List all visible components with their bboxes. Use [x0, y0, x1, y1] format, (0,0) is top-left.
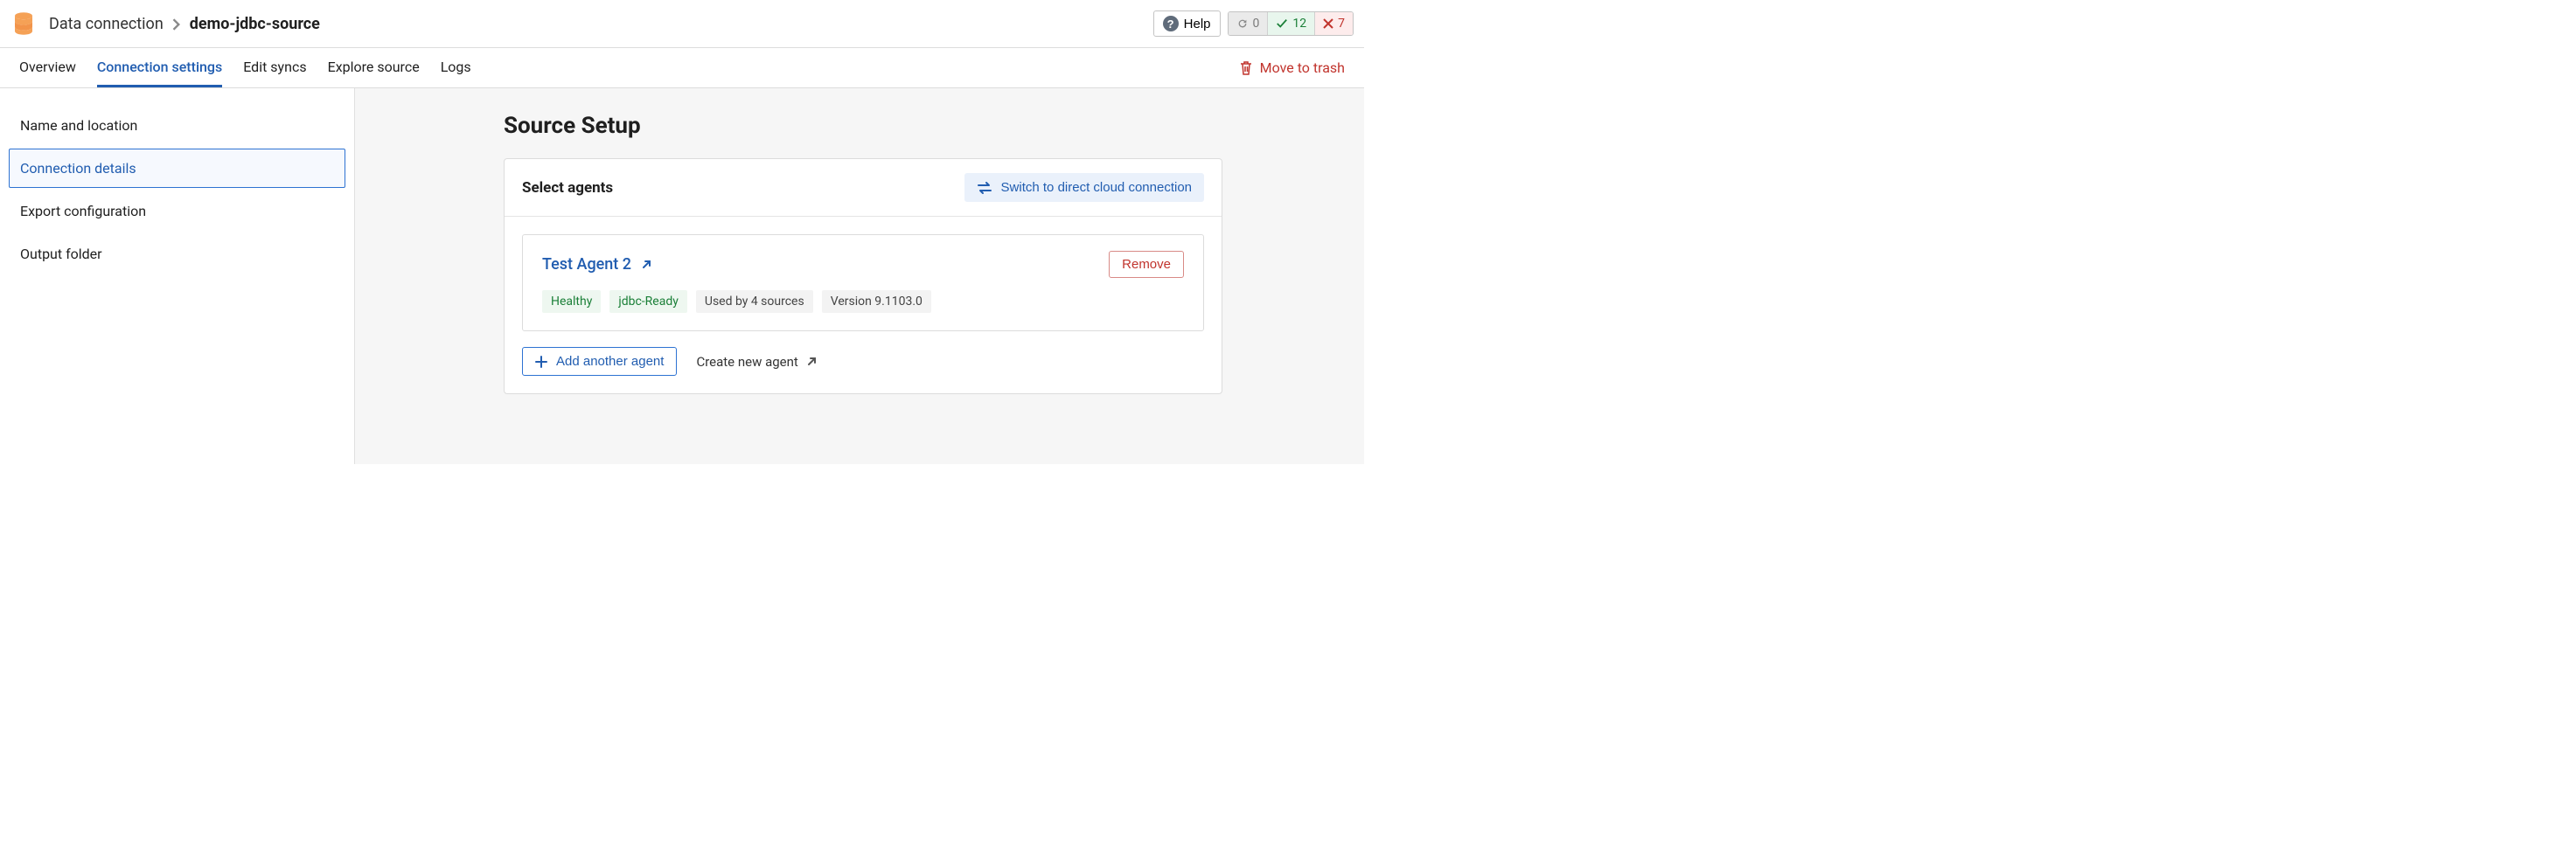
- panel-body: Test Agent 2 Remove Healthy jdbc-Ready U…: [505, 217, 1222, 393]
- agent-actions: Add another agent Create new agent: [522, 347, 1204, 376]
- status-ok-count: 12: [1292, 17, 1306, 31]
- database-icon: [10, 10, 37, 37]
- top-bar-left: Data connection demo-jdbc-source: [10, 10, 320, 37]
- tabs-nav: Overview Connection settings Edit syncs …: [19, 48, 471, 87]
- move-to-trash-button[interactable]: Move to trash: [1239, 59, 1345, 76]
- status-group: 0 12 7: [1228, 11, 1354, 36]
- plus-icon: [535, 356, 547, 368]
- main-area: Source Setup Select agents Switch to dir…: [355, 88, 1364, 464]
- move-to-trash-label: Move to trash: [1260, 59, 1345, 76]
- sidebar-item-output-folder[interactable]: Output folder: [9, 234, 345, 274]
- tab-overview[interactable]: Overview: [19, 48, 76, 87]
- agent-name-text: Test Agent 2: [542, 255, 631, 274]
- check-icon: [1276, 17, 1288, 30]
- panel-title: Select agents: [522, 179, 613, 197]
- tab-explore-source[interactable]: Explore source: [328, 48, 420, 87]
- status-refresh-count: 0: [1253, 17, 1260, 31]
- create-agent-label: Create new agent: [696, 354, 797, 370]
- breadcrumb-current: demo-jdbc-source: [190, 15, 320, 33]
- select-agents-panel: Select agents Switch to direct cloud con…: [504, 158, 1222, 394]
- switch-cloud-button[interactable]: Switch to direct cloud connection: [964, 173, 1204, 202]
- external-link-icon: [640, 259, 652, 271]
- badge-version: Version 9.1103.0: [822, 290, 931, 313]
- help-button[interactable]: ? Help: [1153, 10, 1221, 37]
- status-ok[interactable]: 12: [1267, 12, 1314, 35]
- panel-header: Select agents Switch to direct cloud con…: [505, 159, 1222, 217]
- chevron-right-icon: [172, 15, 181, 33]
- top-bar-right: ? Help 0 12 7: [1153, 10, 1354, 37]
- sidebar-item-export-config[interactable]: Export configuration: [9, 191, 345, 231]
- tab-logs[interactable]: Logs: [441, 48, 471, 87]
- top-bar: Data connection demo-jdbc-source ? Help …: [0, 0, 1364, 48]
- x-icon: [1323, 18, 1333, 29]
- add-agent-label: Add another agent: [556, 354, 664, 369]
- swap-icon: [977, 181, 992, 195]
- badge-ready: jdbc-Ready: [609, 290, 687, 313]
- badge-usage: Used by 4 sources: [696, 290, 813, 313]
- help-label: Help: [1184, 17, 1211, 31]
- breadcrumb-parent[interactable]: Data connection: [49, 15, 164, 33]
- agent-badges: Healthy jdbc-Ready Used by 4 sources Ver…: [542, 290, 1184, 313]
- trash-icon: [1239, 60, 1253, 76]
- status-error[interactable]: 7: [1314, 12, 1353, 35]
- tabs-row: Overview Connection settings Edit syncs …: [0, 48, 1364, 88]
- sidebar-item-name-location[interactable]: Name and location: [9, 106, 345, 145]
- breadcrumb: Data connection demo-jdbc-source: [49, 15, 320, 33]
- create-agent-link[interactable]: Create new agent: [696, 354, 817, 370]
- tab-edit-syncs[interactable]: Edit syncs: [243, 48, 306, 87]
- agent-card: Test Agent 2 Remove Healthy jdbc-Ready U…: [522, 234, 1204, 331]
- status-error-count: 7: [1338, 17, 1345, 31]
- status-refresh[interactable]: 0: [1229, 12, 1268, 35]
- agent-name-link[interactable]: Test Agent 2: [542, 255, 652, 274]
- sidebar-item-connection-details[interactable]: Connection details: [9, 149, 345, 188]
- sidebar: Name and location Connection details Exp…: [0, 88, 355, 464]
- badge-health: Healthy: [542, 290, 601, 313]
- body: Name and location Connection details Exp…: [0, 88, 1364, 464]
- help-icon: ?: [1163, 16, 1179, 31]
- page-title: Source Setup: [504, 113, 1364, 139]
- switch-cloud-label: Switch to direct cloud connection: [1001, 180, 1192, 195]
- agent-top-row: Test Agent 2 Remove: [542, 251, 1184, 278]
- external-link-icon: [805, 356, 818, 368]
- remove-agent-button[interactable]: Remove: [1109, 251, 1184, 278]
- add-agent-button[interactable]: Add another agent: [522, 347, 677, 376]
- tab-connection-settings[interactable]: Connection settings: [97, 48, 222, 87]
- refresh-icon: [1236, 17, 1249, 30]
